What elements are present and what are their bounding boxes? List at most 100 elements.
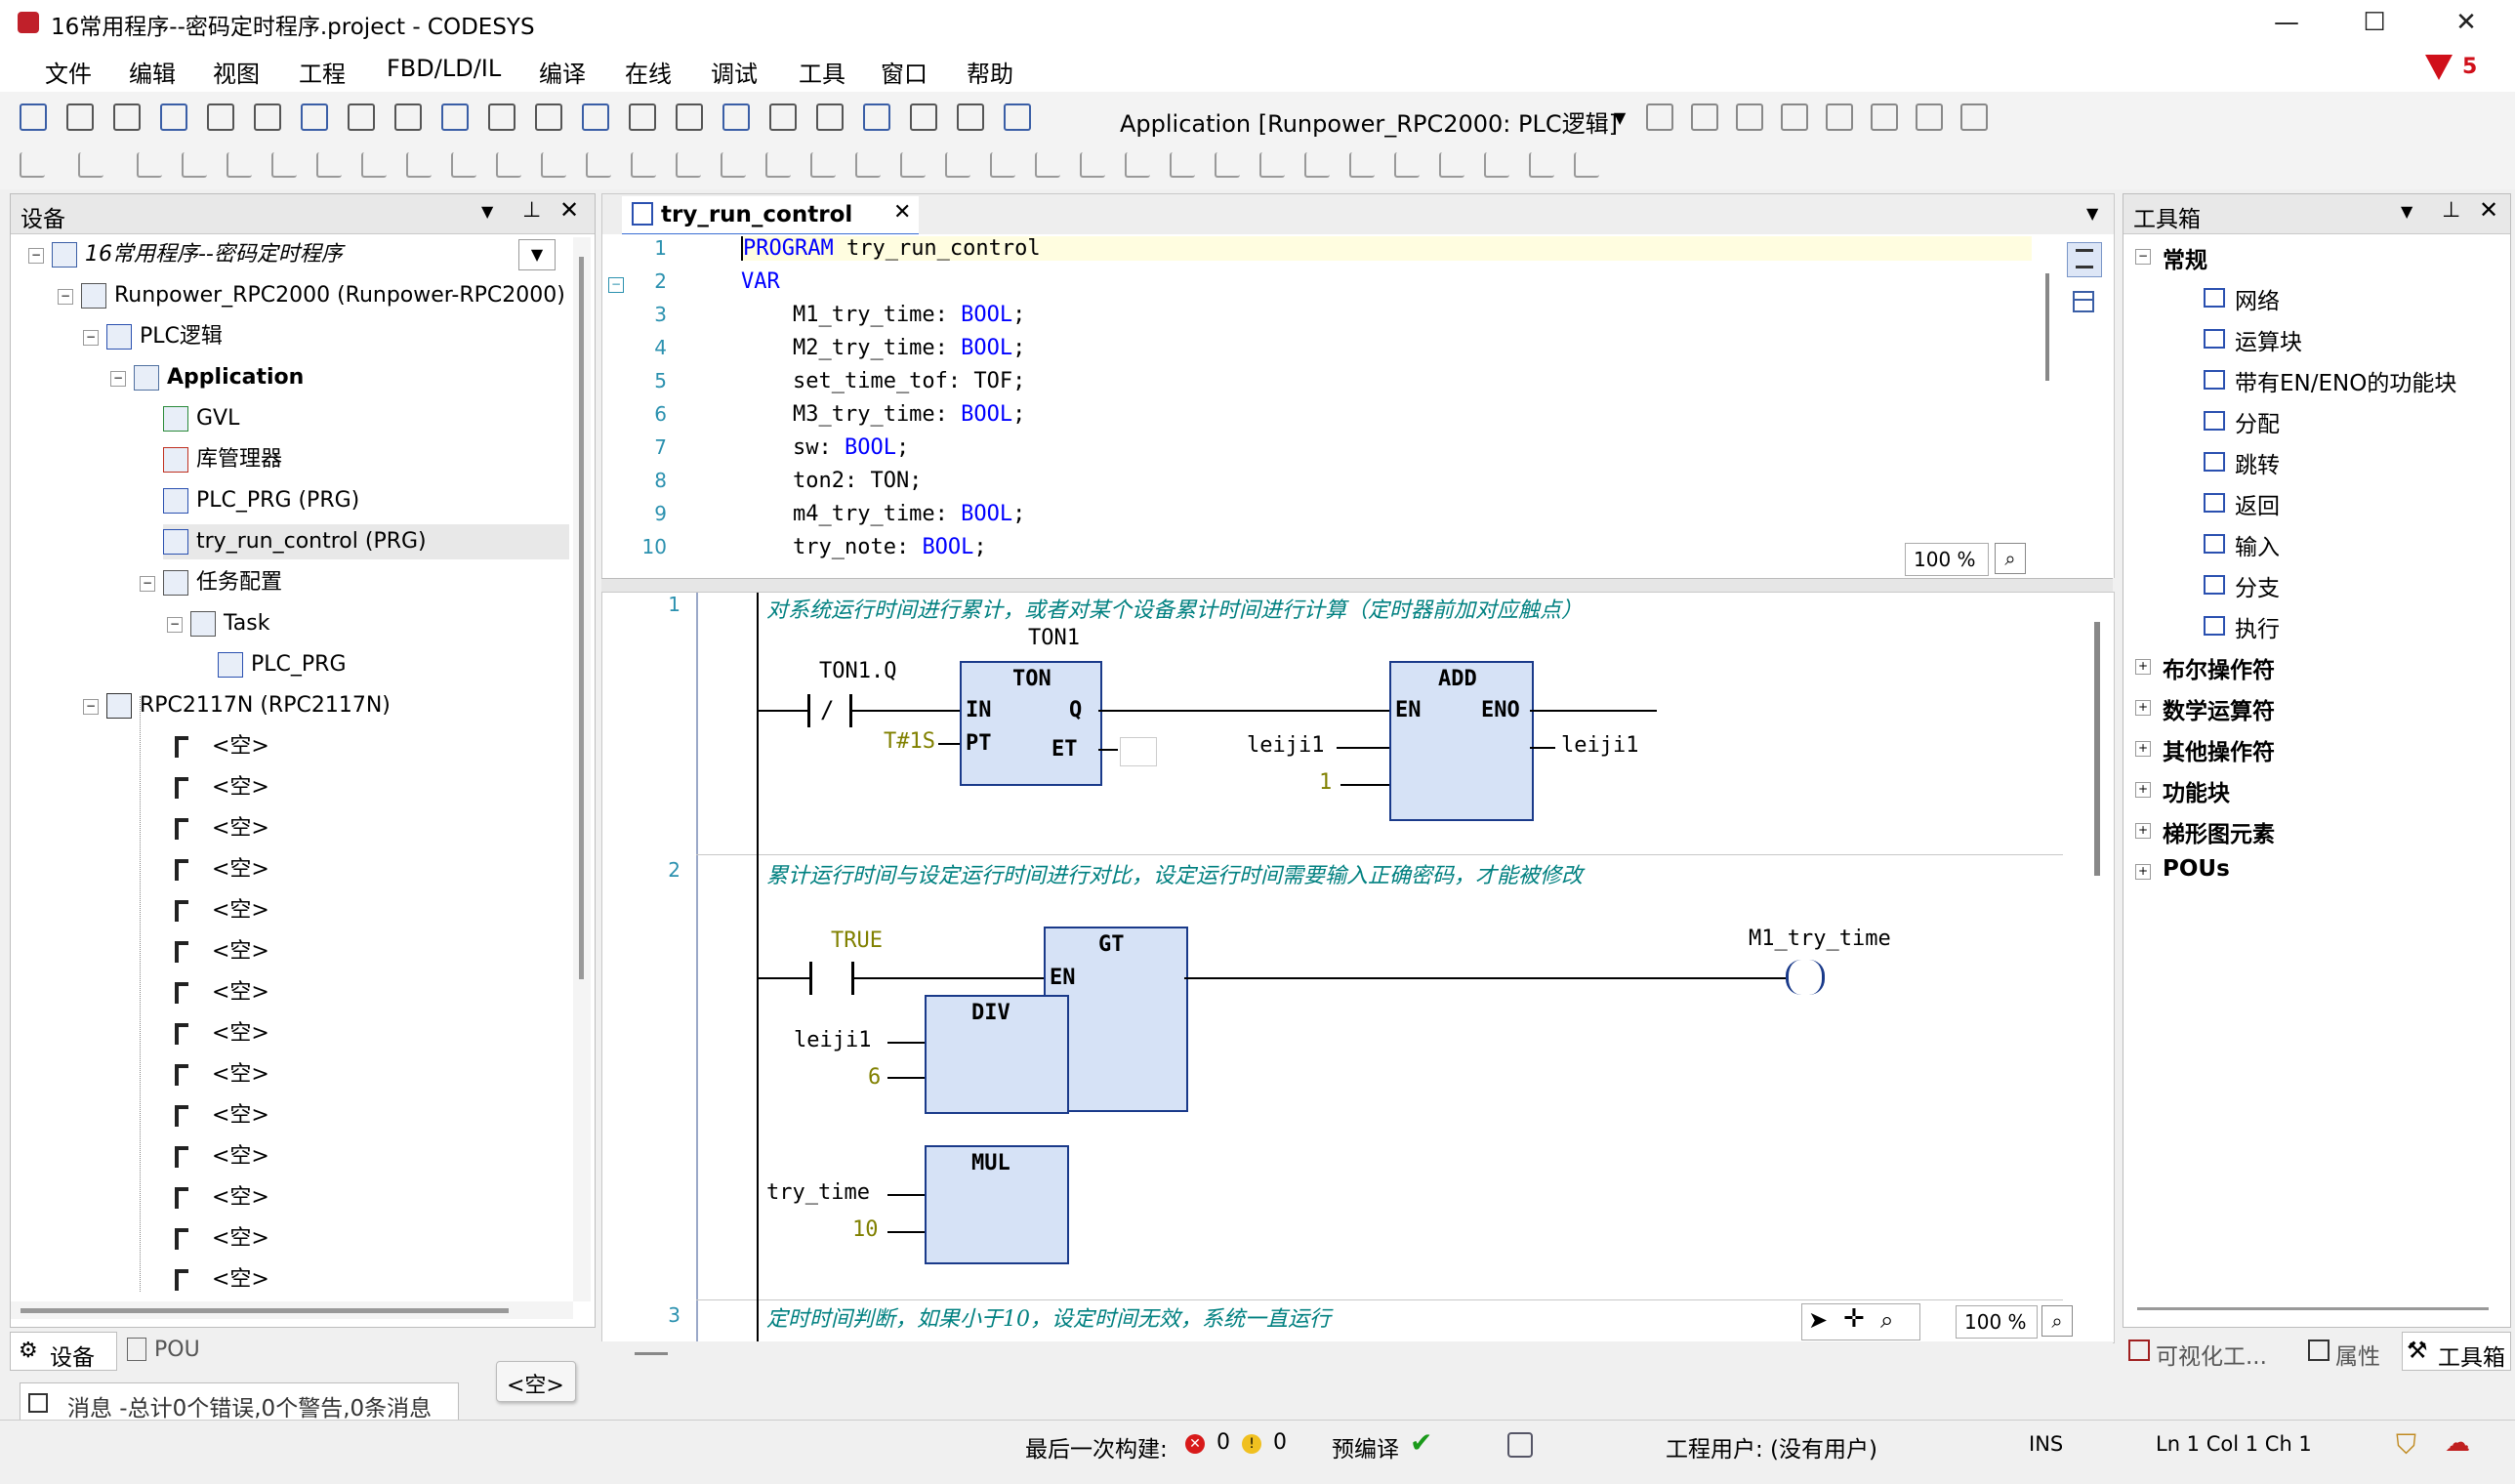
tab-try-run-control[interactable]: try_run_control ✕ xyxy=(622,196,919,236)
label-icon[interactable] xyxy=(1125,152,1150,178)
tree-icon[interactable] xyxy=(1484,152,1509,178)
cloud-icon[interactable]: ☁ xyxy=(2445,1428,2470,1458)
toolbox-item[interactable]: 分支 xyxy=(2235,569,2280,602)
branch2-icon[interactable] xyxy=(1439,152,1464,178)
group-toggle[interactable]: + xyxy=(2135,864,2151,880)
tree-h-scrollbar[interactable] xyxy=(11,1301,573,1319)
collapse-toggle[interactable]: − xyxy=(167,617,183,633)
menu-item[interactable]: 视图 xyxy=(213,55,260,89)
decl-scrollbar[interactable] xyxy=(2043,273,2051,517)
step-icon[interactable] xyxy=(1916,103,1943,131)
block-icon[interactable] xyxy=(900,152,926,178)
empty-button[interactable]: <空> xyxy=(496,1361,576,1402)
toolbox-group[interactable]: 常规 xyxy=(2163,241,2207,274)
code-line[interactable]: set_time_tof: TOF; xyxy=(741,369,1025,393)
replace-icon[interactable] xyxy=(535,103,562,131)
code-line[interactable]: M1_try_time: BOOL; xyxy=(741,303,1025,327)
menu-item[interactable]: 工程 xyxy=(299,55,346,89)
left-icon[interactable] xyxy=(1259,152,1285,178)
tree-item[interactable]: Application xyxy=(134,360,304,395)
empty-slot[interactable]: <空> xyxy=(175,770,269,805)
true-contact[interactable] xyxy=(809,962,854,995)
toolbox-item[interactable]: 执行 xyxy=(2235,610,2280,643)
find-icon[interactable] xyxy=(488,103,515,131)
toolbox-group[interactable]: 布尔操作符 xyxy=(2163,651,2275,684)
group-toggle[interactable]: + xyxy=(2135,659,2151,675)
negated-contact[interactable]: / xyxy=(807,694,852,727)
tree3-icon[interactable] xyxy=(1574,152,1599,178)
move-right-icon[interactable] xyxy=(1080,152,1105,178)
menu-item[interactable]: 在线 xyxy=(625,55,672,89)
print-icon[interactable] xyxy=(160,103,187,131)
toolbox-item[interactable]: 返回 xyxy=(2235,487,2280,520)
group-toggle[interactable]: + xyxy=(2135,782,2151,798)
tree-h-scrollbar-thumb[interactable] xyxy=(21,1308,509,1313)
tabular-view-button[interactable] xyxy=(2067,285,2100,318)
empty-slot[interactable]: <空> xyxy=(175,934,269,969)
empty-slot[interactable]: <空> xyxy=(175,1098,269,1134)
bookmark-clear-icon[interactable] xyxy=(816,103,844,131)
empty-slot[interactable]: <空> xyxy=(175,1057,269,1092)
panel-menu-icon[interactable]: ▼ xyxy=(2401,202,2412,221)
code-line[interactable]: VAR xyxy=(741,269,780,294)
tree-item[interactable]: PLC_PRG xyxy=(218,647,347,682)
coil[interactable] xyxy=(1786,960,1825,995)
align-icon[interactable] xyxy=(1394,152,1420,178)
tab-devices[interactable]: ⚙ 设备 xyxy=(10,1332,117,1371)
toolbox-item[interactable]: 分配 xyxy=(2235,405,2280,438)
right-icon[interactable] xyxy=(1304,152,1330,178)
tree-item[interactable]: 任务配置 xyxy=(163,565,282,600)
tree-item[interactable]: PLC逻辑 xyxy=(106,319,223,354)
open-icon[interactable] xyxy=(66,103,94,131)
menu-item[interactable]: 窗口 xyxy=(881,55,928,89)
toolbox-item[interactable]: 网络 xyxy=(2235,282,2280,315)
start-icon[interactable] xyxy=(1736,103,1763,131)
empty-slot[interactable]: <空> xyxy=(175,811,269,846)
menu-item[interactable]: FBD/LD/IL xyxy=(387,55,501,82)
shield-icon[interactable]: ⛉ xyxy=(2396,1428,2416,1462)
menu-item[interactable]: 文件 xyxy=(45,55,92,89)
close-tab-icon[interactable]: ✕ xyxy=(893,200,911,225)
find-next-icon[interactable] xyxy=(582,103,609,131)
ret-icon[interactable] xyxy=(1170,152,1195,178)
close-button[interactable]: ✕ xyxy=(2437,4,2495,41)
tab-pou[interactable]: POU xyxy=(119,1332,217,1369)
device-icon[interactable] xyxy=(1004,103,1031,131)
code-line[interactable]: M3_try_time: BOOL; xyxy=(741,402,1025,427)
menu-item[interactable]: 帮助 xyxy=(967,55,1013,89)
empty-slot[interactable]: <空> xyxy=(175,893,269,928)
group-toggle[interactable]: − xyxy=(2135,249,2151,265)
mid-icon[interactable] xyxy=(1349,152,1375,178)
fbd-editor[interactable]: 1 2 3 对系统运行时间进行累计，或者对某个设备累计时间进行计算（定时器前加对… xyxy=(601,592,2115,1343)
close-icon[interactable]: ✕ xyxy=(559,196,579,224)
zoom-icon[interactable]: ⌕ xyxy=(1880,1306,1893,1334)
decl-zoom-box[interactable]: 100 % xyxy=(1905,543,1989,576)
step-over-icon[interactable] xyxy=(1960,103,1988,131)
collapse-toggle[interactable]: − xyxy=(83,699,99,715)
comment-icon[interactable] xyxy=(78,152,103,178)
fbd-scrollbar[interactable] xyxy=(2094,622,2100,876)
tree-item[interactable]: Runpower_RPC2000 (Runpower-RPC2000) xyxy=(81,278,565,313)
input-icon[interactable] xyxy=(406,152,432,178)
toolbox-group[interactable]: 其他操作符 xyxy=(2163,733,2275,766)
save-icon[interactable] xyxy=(113,103,141,131)
tab-list-dropdown[interactable]: ▼ xyxy=(2086,204,2098,223)
device-status-icon[interactable] xyxy=(1507,1432,1533,1458)
tab-visualization[interactable]: 可视化工... xyxy=(2123,1332,2298,1370)
menu-item[interactable]: 编辑 xyxy=(129,55,176,89)
toolbox-item[interactable]: 输入 xyxy=(2235,528,2280,561)
code-line[interactable]: try_note: BOOL; xyxy=(741,535,987,559)
error-filter-icon[interactable] xyxy=(2425,55,2453,80)
fold-toggle[interactable]: − xyxy=(608,277,624,293)
tree-item[interactable]: Task xyxy=(190,606,269,641)
menu-item[interactable]: 编译 xyxy=(539,55,586,89)
empty-slot[interactable]: <空> xyxy=(175,1139,269,1175)
collapse-toggle[interactable]: − xyxy=(140,576,155,592)
delete-icon[interactable] xyxy=(441,103,469,131)
toolbox-group[interactable]: POUs xyxy=(2163,856,2230,882)
messages-tab[interactable]: 消息 -总计0个错误,0个警告,0条消息 xyxy=(20,1382,459,1423)
empty-slot[interactable]: <空> xyxy=(175,975,269,1010)
toolbox-item[interactable]: 带有EN/ENO的功能块 xyxy=(2235,364,2456,397)
execute-icon[interactable] xyxy=(496,152,521,178)
empty-slot[interactable]: <空> xyxy=(175,729,269,764)
